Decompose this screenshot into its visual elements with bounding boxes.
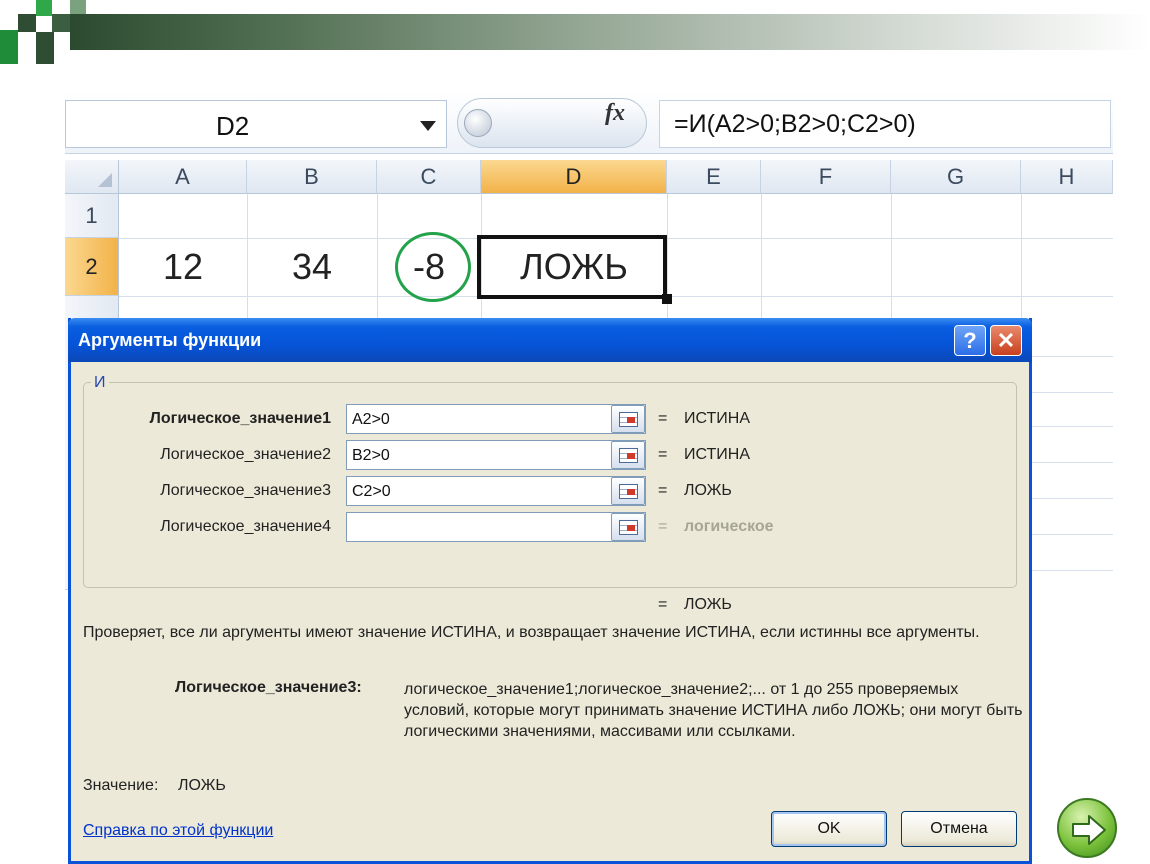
arg-equals-1: = <box>658 410 668 427</box>
argument-help-name: Логическое_значение3: <box>175 679 362 696</box>
arg-result-1: ИСТИНА <box>684 410 751 427</box>
arg-label-3: Логическое_значение3 <box>160 482 331 499</box>
deco-square <box>36 32 54 64</box>
row-header-2[interactable]: 2 <box>65 238 119 296</box>
column-header-d[interactable]: D <box>481 160 667 194</box>
arg-equals-2: = <box>658 446 668 463</box>
arg-equals-3: = <box>658 482 668 499</box>
next-slide-button[interactable] <box>1057 798 1117 858</box>
arg-input-3[interactable]: C2>0 <box>346 476 646 506</box>
range-select-icon <box>619 448 638 463</box>
ok-button[interactable]: OK <box>771 811 887 847</box>
arg-label-2: Логическое_значение2 <box>160 446 331 463</box>
range-select-button-2[interactable] <box>611 441 645 469</box>
chevron-down-icon[interactable] <box>420 121 436 131</box>
deco-square <box>0 0 18 18</box>
cell-b2[interactable]: 34 <box>247 246 377 288</box>
select-all-corner[interactable] <box>65 160 119 194</box>
resize-handle[interactable] <box>464 109 492 137</box>
value-result: ЛОЖЬ <box>178 777 226 794</box>
argument-help-text: логическое_значение1;логическое_значение… <box>404 681 1023 740</box>
deco-square <box>70 0 86 14</box>
arg-result-2: ИСТИНА <box>684 446 751 463</box>
name-box-value: D2 <box>216 111 250 141</box>
column-header-f[interactable]: F <box>761 160 891 194</box>
arg-input-1[interactable]: A2>0 <box>346 404 646 434</box>
cancel-button[interactable]: Отмена <box>901 811 1017 847</box>
deco-square <box>0 30 18 64</box>
function-help-link[interactable]: Справка по этой функции <box>83 822 273 840</box>
dialog-title: Аргументы функции <box>78 330 262 350</box>
arg-result-4: логическое <box>684 518 774 535</box>
column-header-c[interactable]: C <box>377 160 481 194</box>
range-select-button-1[interactable] <box>611 405 645 433</box>
range-select-icon <box>619 412 638 427</box>
value-label: Значение: <box>83 777 159 794</box>
slide-header-decoration <box>0 0 1150 64</box>
row-header-1[interactable]: 1 <box>65 194 119 238</box>
total-equals: = <box>658 596 668 613</box>
cell-a2[interactable]: 12 <box>119 246 247 288</box>
column-header-e[interactable]: E <box>667 160 761 194</box>
deco-square <box>36 0 52 16</box>
function-description: Проверяет, все ли аргументы имеют значен… <box>83 624 980 641</box>
column-header-g[interactable]: G <box>891 160 1021 194</box>
header-gradient-band <box>70 14 1150 50</box>
arg-input-2[interactable]: B2>0 <box>346 440 646 470</box>
total-result: ЛОЖЬ <box>684 596 732 613</box>
close-button[interactable]: ✕ <box>990 325 1022 356</box>
function-arguments-dialog: Аргументы функции ? ✕ И Логическое_значе… <box>68 318 1032 864</box>
arg-label-1: Логическое_значение1 <box>149 410 331 427</box>
arg-equals-4: = <box>658 518 668 535</box>
arg-label-4: Логическое_значение4 <box>160 518 331 535</box>
highlight-circle <box>395 232 471 302</box>
range-select-icon <box>619 484 638 499</box>
column-header-a[interactable]: A <box>119 160 247 194</box>
range-select-button-3[interactable] <box>611 477 645 505</box>
dialog-title-bar[interactable]: Аргументы функции ? ✕ <box>68 318 1032 362</box>
deco-square <box>52 14 70 32</box>
formula-input[interactable]: =И(A2>0;B2>0;C2>0) <box>659 100 1111 148</box>
deco-square <box>18 14 36 32</box>
help-button[interactable]: ? <box>954 325 986 356</box>
name-box[interactable]: D2 <box>65 100 447 148</box>
range-select-icon <box>619 520 638 535</box>
formula-bar: D2 fx =И(A2>0;B2>0;C2>0) <box>65 92 1113 154</box>
column-header-h[interactable]: H <box>1021 160 1113 194</box>
arg-result-3: ЛОЖЬ <box>684 482 732 499</box>
column-header-b[interactable]: B <box>247 160 377 194</box>
function-name: И <box>91 374 109 392</box>
arg-input-4[interactable] <box>346 512 646 542</box>
active-cell-border <box>477 235 667 299</box>
insert-function-icon[interactable]: fx <box>605 100 625 127</box>
fill-handle[interactable] <box>662 294 672 304</box>
next-arrow-icon <box>1072 815 1106 845</box>
range-select-button-4[interactable] <box>611 513 645 541</box>
